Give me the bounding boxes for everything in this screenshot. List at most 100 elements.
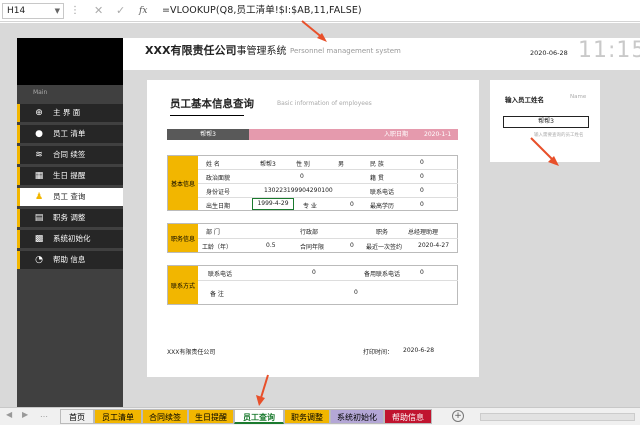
origin-label: 籍 贯	[370, 175, 384, 182]
sidebar-item-label: 帮助 信息	[53, 255, 86, 264]
sidebar-item-label: 员工 查询	[53, 192, 86, 201]
chevron-down-icon[interactable]: ▼	[55, 4, 60, 18]
function-icon[interactable]: fx	[139, 4, 147, 18]
hire-date-strip: 入职日期 2020-1-1	[249, 129, 458, 140]
department-value: 行政部	[300, 229, 319, 236]
tab-init[interactable]: 系统初始化	[330, 409, 384, 424]
sidebar-item-help[interactable]: ◔ 帮助 信息	[17, 251, 123, 269]
print-time-label: 打印时间：	[363, 349, 394, 356]
phone-value: 0	[420, 187, 424, 194]
department-label: 部 门	[206, 229, 220, 236]
arrow-annotation-input	[530, 137, 559, 166]
id-value: 130223199904290100	[264, 187, 333, 194]
sheet-tab-bar: ◀ ▶ … 首页 员工清单 合同续签 生日提醒 员工查询 职务调整 系统初始化 …	[0, 407, 640, 425]
plus-circle-icon: ⊕	[35, 108, 43, 118]
sidebar-item-label: 生日 提醒	[53, 171, 86, 180]
sidebar-header	[17, 38, 123, 85]
tab-prev-icon[interactable]: ◀	[6, 410, 12, 419]
page-title: 员工基本信息查询	[170, 98, 254, 110]
contact-phone-label: 联系电话	[208, 271, 233, 278]
gender-value: 男	[338, 161, 345, 168]
tab-birthday[interactable]: 生日提醒	[188, 409, 234, 424]
system-subtitle: Personnel management system	[290, 47, 401, 55]
name-box[interactable]: H14 ▼	[2, 3, 64, 19]
sidebar-item-home[interactable]: ⊕ 主 界 面	[17, 104, 123, 122]
confirm-icon[interactable]: ✓	[116, 4, 125, 18]
calendar-icon: ▦	[34, 171, 44, 181]
user-icon: ●	[35, 129, 43, 139]
contract-value: 0	[350, 242, 354, 249]
tab-home[interactable]: 首页	[60, 409, 94, 424]
note-value: 0	[354, 289, 358, 296]
input-name-hint: Name	[570, 94, 587, 100]
tab-employee-query[interactable]: 员工查询	[234, 409, 284, 424]
separator-dots: ⋮	[70, 5, 80, 16]
tab-position-adjust[interactable]: 职务调整	[284, 409, 330, 424]
position-value: 总经理助理	[408, 229, 439, 236]
sheet-canvas: Main ⊕ 主 界 面 ● 员工 清单 ≋ 合同 续签 ▦ 生日 提醒 ♟ 员…	[0, 20, 640, 407]
backup-phone-value: 0	[420, 269, 424, 276]
hire-date-label: 入职日期	[384, 131, 409, 138]
current-time: 11:15	[578, 38, 640, 63]
cancel-icon[interactable]: ✕	[94, 4, 103, 18]
contact-phone-value: 0	[312, 269, 316, 276]
system-name: 事管理系统	[236, 46, 287, 57]
section-header: 职务信息	[168, 224, 198, 252]
list-icon: ▤	[34, 213, 44, 223]
sidebar-item-position-adjust[interactable]: ▤ 职务 调整	[17, 209, 123, 227]
political-label: 政治面貌	[206, 175, 231, 182]
basic-info-section: 基本信息 姓 名 帮帮3 性 别 男 民 族 0 政治面貌 0 籍 贯 0 身份…	[167, 155, 458, 211]
major-value: 0	[350, 201, 354, 208]
backup-phone-label: 备用联系电话	[364, 271, 401, 278]
layers-icon: ≋	[35, 150, 43, 160]
horizontal-scrollbar[interactable]	[480, 413, 635, 421]
section-header: 基本信息	[168, 156, 198, 210]
position-label: 职务	[376, 229, 389, 236]
employee-name: 帮帮3	[167, 129, 249, 140]
seniority-value: 0.5	[266, 242, 276, 249]
arrow-annotation-formula	[301, 20, 327, 42]
company-title: XXX有限责任公司事管理系统	[145, 42, 286, 58]
sidebar-item-birthday[interactable]: ▦ 生日 提醒	[17, 167, 123, 185]
birth-value-cell[interactable]: 1999-4-29	[252, 198, 294, 210]
education-value: 0	[420, 201, 424, 208]
print-time-value: 2020-6-28	[403, 347, 435, 354]
employee-name-bar: 帮帮3 入职日期 2020-1-1	[167, 129, 458, 140]
note-label: 备 注	[210, 291, 224, 298]
arrow-annotation-tab	[256, 374, 269, 406]
name-value: 帮帮3	[260, 161, 276, 168]
id-label: 身份证号	[206, 189, 231, 196]
phone-label: 联系电话	[370, 189, 395, 196]
sidebar-item-label: 员工 清单	[53, 129, 86, 138]
cell-reference: H14	[7, 6, 26, 16]
sidebar-item-employee-list[interactable]: ● 员工 清单	[17, 125, 123, 143]
sidebar-item-label: 系统初始化	[53, 234, 91, 243]
sidebar-item-employee-query[interactable]: ♟ 员工 查询	[17, 188, 123, 206]
tab-employee-list[interactable]: 员工清单	[94, 409, 142, 424]
hire-date-value: 2020-1-1	[424, 131, 452, 138]
seniority-label: 工龄（年）	[202, 244, 233, 251]
sidebar-item-init[interactable]: ▩ 系统初始化	[17, 230, 123, 248]
gender-label: 性 别	[296, 161, 310, 168]
company-name: XXX有限责任公司	[145, 44, 237, 57]
current-date: 2020-06-28	[530, 49, 568, 57]
sidebar-item-label: 合同 续签	[53, 150, 86, 159]
major-label: 专 业	[303, 203, 317, 210]
sidebar-item-label: 主 界 面	[53, 108, 81, 117]
employee-name-input[interactable]: 帮帮3	[503, 116, 589, 128]
tab-contract-renewal[interactable]: 合同续签	[142, 409, 188, 424]
tab-help[interactable]: 帮助信息	[384, 409, 432, 424]
clock-icon: ◔	[35, 255, 43, 265]
grid-icon: ▩	[34, 234, 44, 244]
tab-next-icon[interactable]: ▶	[22, 410, 28, 419]
ethnic-label: 民 族	[370, 161, 384, 168]
add-sheet-icon[interactable]: +	[452, 410, 464, 422]
employee-info-card: 员工基本信息查询 Basic information of employees …	[147, 80, 479, 377]
sidebar-section-label: Main	[33, 89, 48, 96]
formula-input[interactable]: =VLOOKUP(Q8,员工清单!$I:$AB,11,FALSE)	[162, 4, 362, 18]
sidebar-item-contract-renewal[interactable]: ≋ 合同 续签	[17, 146, 123, 164]
page-subtitle: Basic information of employees	[277, 100, 372, 107]
contact-section: 联系方式 联系电话 0 备用联系电话 0 备 注 0	[167, 265, 458, 305]
birth-label: 出生日期	[206, 203, 231, 210]
tab-more-icon[interactable]: …	[40, 410, 48, 419]
